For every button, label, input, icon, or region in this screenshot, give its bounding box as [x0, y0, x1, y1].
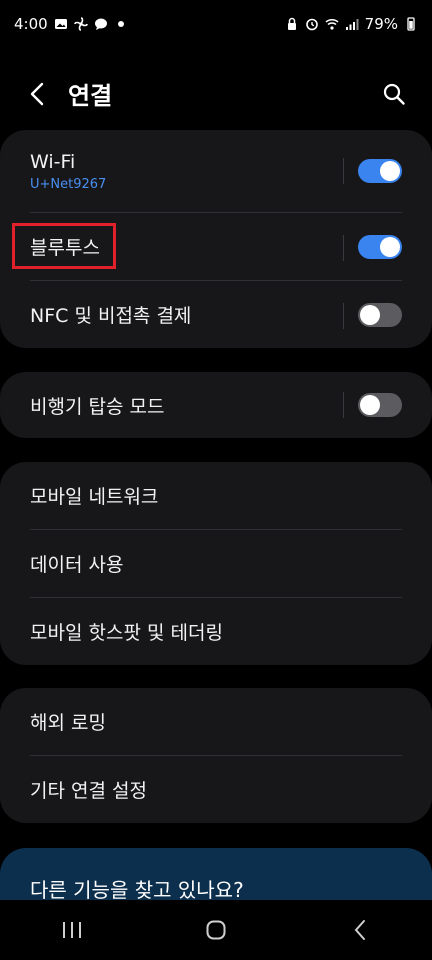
list-item-label: 모바일 네트워크 — [30, 486, 159, 508]
bluetooth-row[interactable]: 블루투스 — [12, 212, 402, 280]
list-item-data-usage[interactable]: 데이터 사용 — [30, 529, 402, 597]
list-item-label: 해외 로밍 — [30, 712, 106, 734]
wifi-row[interactable]: Wi-Fi U+Net9267 — [30, 130, 402, 212]
settings-card-network: 모바일 네트워크 데이터 사용 모바일 핫스팟 및 테더링 — [0, 462, 432, 665]
wifi-label: Wi-Fi — [30, 150, 76, 173]
airplane-toggle[interactable] — [358, 393, 402, 417]
list-item-mobile-network[interactable]: 모바일 네트워크 — [30, 462, 402, 529]
bluetooth-label: 블루투스 — [30, 237, 100, 259]
home-button[interactable] — [186, 910, 246, 950]
settings-card-connections: Wi-Fi U+Net9267 블루투스 NFC 및 비접촉 결제 — [0, 130, 432, 348]
toggle-knob — [380, 236, 400, 257]
bluetooth-toggle[interactable] — [358, 234, 402, 259]
battery-icon — [407, 17, 415, 31]
recent-apps-icon — [63, 922, 81, 938]
settings-card-airplane: 비행기 탑승 모드 — [0, 372, 432, 438]
notification-dot-icon — [117, 21, 124, 27]
back-button[interactable] — [22, 78, 54, 110]
status-time: 4:00 — [14, 15, 48, 33]
list-item-label: 모바일 핫스팟 및 테더링 — [30, 622, 223, 644]
list-item-label: 기타 연결 설정 — [30, 780, 147, 802]
list-item-more-settings[interactable]: 기타 연결 설정 — [30, 755, 402, 823]
nfc-label: NFC 및 비접촉 결제 — [30, 305, 192, 327]
wifi-icon — [325, 18, 339, 30]
status-right: 79% — [285, 15, 418, 33]
wifi-network: U+Net9267 — [30, 176, 107, 192]
toggle-knob — [360, 304, 380, 325]
search-icon — [383, 83, 405, 105]
signal-icon — [345, 19, 359, 30]
toggle-knob — [380, 161, 400, 181]
toggle-separator — [343, 158, 344, 184]
alarm-icon — [305, 18, 318, 31]
chat-icon — [94, 18, 107, 30]
fan-icon — [73, 17, 88, 31]
home-icon — [206, 920, 226, 940]
status-left: 4:00 — [14, 15, 124, 33]
list-item-hotspot[interactable]: 모바일 핫스팟 및 테더링 — [30, 597, 402, 665]
app-bar: 연결 — [0, 60, 432, 128]
toggle-separator — [343, 303, 344, 329]
page-title: 연결 — [68, 82, 113, 110]
list-item-label: 데이터 사용 — [30, 554, 124, 576]
settings-card-more: 해외 로밍 기타 연결 설정 — [0, 688, 432, 823]
nfc-row[interactable]: NFC 및 비접촉 결제 — [30, 280, 402, 348]
wifi-text: Wi-Fi U+Net9267 — [30, 151, 106, 192]
toggle-separator — [343, 392, 344, 418]
airplane-row[interactable]: 비행기 탑승 모드 — [30, 372, 402, 438]
navigation-bar — [0, 900, 432, 960]
chevron-left-icon — [30, 82, 44, 106]
toggle-knob — [360, 395, 380, 415]
battery-text: 79% — [364, 15, 398, 33]
back-icon — [354, 920, 365, 940]
list-item-roaming[interactable]: 해외 로밍 — [30, 688, 402, 755]
wifi-toggle[interactable] — [358, 159, 402, 183]
gallery-icon — [54, 19, 67, 29]
promo-text: 다른 기능을 찾고 있나요? — [30, 878, 244, 902]
back-nav-button[interactable] — [330, 910, 390, 950]
lock-icon — [287, 17, 296, 30]
search-button[interactable] — [378, 78, 410, 110]
status-bar: 4:00 79% — [0, 0, 432, 48]
toggle-separator — [343, 235, 344, 261]
recent-apps-button[interactable] — [42, 910, 102, 950]
airplane-label: 비행기 탑승 모드 — [30, 395, 165, 418]
nfc-toggle[interactable] — [358, 302, 402, 327]
